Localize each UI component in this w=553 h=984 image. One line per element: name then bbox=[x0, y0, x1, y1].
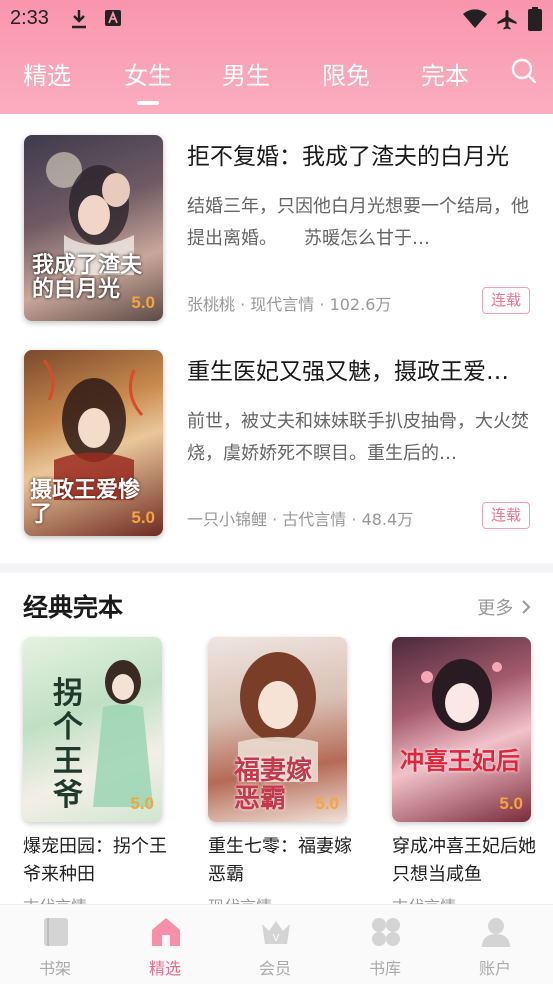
book-meta: 张桃桃 · 现代言情 · 102.6万 bbox=[187, 295, 392, 314]
category-tabs: 精选 女生 男生 限免 完本 bbox=[0, 52, 553, 105]
tab-featured[interactable]: 精选 bbox=[23, 56, 71, 91]
tab-free[interactable]: 限免 bbox=[322, 56, 370, 91]
cover-title: 拐个王爷 bbox=[53, 676, 83, 813]
book-rating: 5.0 bbox=[131, 508, 155, 527]
nav-membership[interactable]: V 会员 bbox=[220, 905, 330, 984]
book-cover[interactable]: 拐个王爷 5.0 bbox=[23, 637, 162, 822]
book-item[interactable]: 我成了渣夫的白月光 5.0 拒不复婚：我成了渣夫的白月光 结婚三年，只因他白月光… bbox=[0, 135, 553, 321]
more-label: 更多 bbox=[477, 598, 514, 619]
book-count: 48.4万 bbox=[361, 510, 414, 529]
book-title[interactable]: 穿成冲喜王妃后她只想当咸鱼 bbox=[392, 833, 537, 889]
home-icon bbox=[152, 918, 180, 946]
book-title[interactable]: 拒不复婚：我成了渣夫的白月光 bbox=[187, 137, 532, 171]
airplane-icon bbox=[496, 9, 518, 35]
book-description: 结婚三年，只因他白月光想要一个结局，他提出离婚。 苏暖怎么甘于… bbox=[187, 196, 529, 249]
book-cover[interactable]: 福妻嫁恶霸 5.0 bbox=[208, 637, 347, 822]
status-time: 2:33 bbox=[10, 7, 49, 29]
book-title[interactable]: 爆宠田园：拐个王爷来种田 bbox=[23, 833, 168, 889]
nav-bookshelf[interactable]: 书架 bbox=[0, 905, 110, 984]
grid-icon bbox=[372, 918, 400, 946]
nav-label: 书库 bbox=[368, 959, 401, 978]
book-rating: 5.0 bbox=[131, 293, 155, 312]
tab-female[interactable]: 女生 bbox=[124, 56, 172, 105]
nav-label: 精选 bbox=[148, 959, 181, 978]
book-category: 古代言情 bbox=[282, 510, 347, 529]
book-title[interactable]: 重生医妃又强又魅，摄政王爱… bbox=[187, 352, 532, 386]
status-badge: 连载 bbox=[482, 287, 530, 314]
book-rating: 5.0 bbox=[130, 794, 154, 813]
cover-title: 冲喜王妃后 bbox=[400, 746, 520, 775]
header: 2:33 精选 女生 男生 限免 完本 bbox=[0, 0, 553, 114]
battery-icon bbox=[528, 7, 542, 35]
wifi-icon bbox=[462, 9, 488, 33]
chevron-right-icon bbox=[522, 600, 531, 614]
book-cover[interactable]: 冲喜王妃后 5.0 bbox=[392, 637, 531, 822]
book-author: 张桃桃 bbox=[187, 295, 236, 314]
svg-text:V: V bbox=[273, 933, 280, 944]
section-divider bbox=[0, 563, 553, 573]
book-rating: 5.0 bbox=[315, 794, 339, 813]
book-cover[interactable]: 我成了渣夫的白月光 5.0 bbox=[24, 135, 163, 321]
nav-label: 书架 bbox=[38, 959, 71, 978]
nav-label: 账户 bbox=[478, 959, 511, 978]
user-icon bbox=[482, 918, 510, 947]
status-badge: 连载 bbox=[482, 502, 530, 529]
nav-account[interactable]: 账户 bbox=[440, 905, 550, 984]
more-link[interactable]: 更多 bbox=[477, 594, 531, 620]
section-title: 经典完本 bbox=[23, 593, 124, 622]
book-item[interactable]: 摄政王爱惨了 5.0 重生医妃又强又魅，摄政王爱… 前世，被丈夫和妹妹联手扒皮抽… bbox=[0, 350, 553, 536]
book-title[interactable]: 重生七零：福妻嫁恶霸 bbox=[208, 833, 353, 889]
nav-featured[interactable]: 精选 bbox=[110, 905, 220, 984]
app-notification-icon bbox=[104, 9, 122, 31]
download-icon bbox=[70, 9, 88, 33]
nav-label: 会员 bbox=[258, 959, 291, 978]
book-count: 102.6万 bbox=[329, 295, 392, 314]
book-category: 现代言情 bbox=[250, 295, 315, 314]
nav-library[interactable]: 书库 bbox=[330, 905, 440, 984]
bookshelf-icon bbox=[44, 918, 68, 946]
search-icon[interactable] bbox=[511, 58, 537, 88]
crown-icon: V bbox=[262, 921, 290, 944]
book-cover[interactable]: 摄政王爱惨了 5.0 bbox=[24, 350, 163, 536]
tab-male[interactable]: 男生 bbox=[222, 56, 270, 91]
book-description: 前世，被丈夫和妹妹联手扒皮抽骨，大火焚烧，虞娇娇死不瞑目。重生后的… bbox=[187, 411, 529, 464]
status-bar: 2:33 bbox=[0, 0, 553, 38]
bottom-navigation: 书架 精选 V 会员 书库 账户 bbox=[0, 904, 553, 984]
book-author: 一只小锦鲤 bbox=[187, 510, 268, 529]
book-meta: 一只小锦鲤 · 古代言情 · 48.4万 bbox=[187, 510, 414, 529]
book-rating: 5.0 bbox=[499, 794, 523, 813]
tab-completed[interactable]: 完本 bbox=[421, 56, 469, 91]
